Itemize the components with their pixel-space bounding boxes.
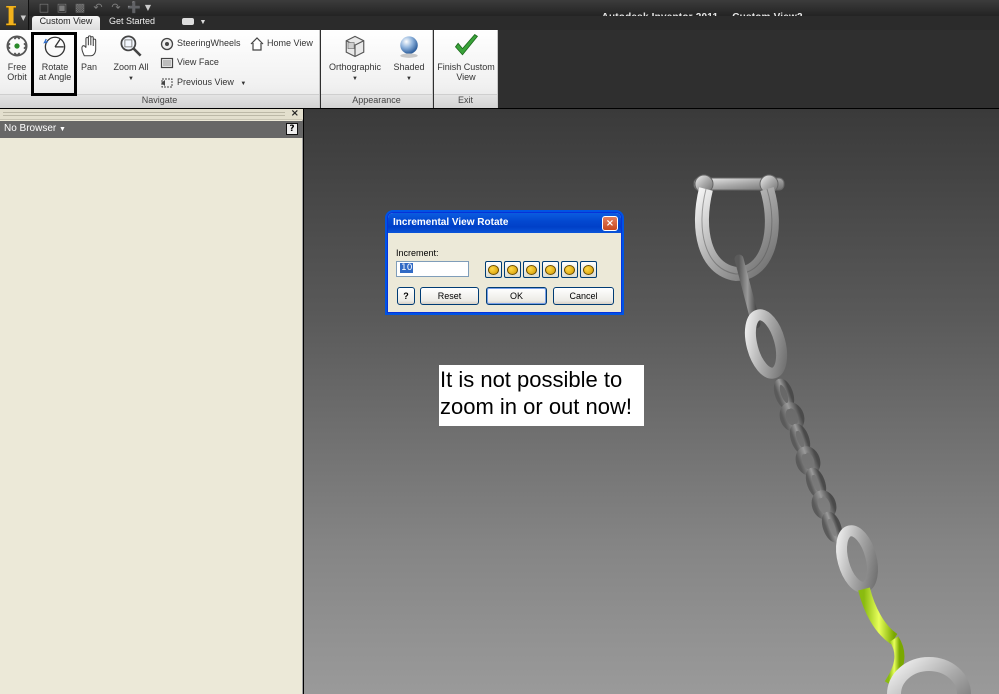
chevron-down-icon: ▼	[352, 76, 358, 82]
new-icon[interactable]: □	[36, 1, 52, 14]
rotate-cw-button[interactable]	[580, 261, 597, 278]
incremental-view-rotate-dialog: Incremental View Rotate × Increment: 10 …	[387, 212, 622, 313]
ribbon: Free Orbit Rotate at Angle Pan Zoom All …	[0, 30, 999, 108]
quick-access-toolbar: □ ▣ ▩ ↶ ↷ ➕ ▼	[36, 1, 152, 14]
cancel-button[interactable]: Cancel	[553, 287, 614, 305]
rotate-left-icon	[488, 264, 499, 275]
app-title: Autodesk Inventor 2011Custom View2	[590, 1, 817, 23]
browser-grip[interactable]: ×	[0, 108, 303, 120]
home-view-button[interactable]: Home View	[250, 35, 313, 51]
increment-label: Increment:	[396, 248, 439, 258]
appearance-panel: Orthographic ▼ Shaded ▼ Appearance	[321, 30, 433, 108]
home-view-label: Home View	[267, 38, 313, 48]
save-icon[interactable]: ▩	[72, 1, 88, 14]
steering-wheels-button[interactable]: SteeringWheels	[160, 35, 241, 51]
chevron-down-icon: ▼	[128, 76, 134, 82]
chevron-down-icon: ▼	[406, 76, 412, 82]
chevron-down-icon: ▼	[59, 126, 66, 133]
checkmark-icon	[454, 34, 479, 56]
rotate-down-icon	[545, 264, 556, 275]
orthographic-cube-icon	[345, 35, 365, 58]
previous-view-label: Previous View	[177, 77, 234, 87]
view-face-label: View Face	[177, 57, 219, 67]
rotate-up-icon	[526, 264, 537, 275]
rotate-ccw-icon	[564, 264, 575, 275]
pan-button[interactable]: Pan	[77, 32, 101, 72]
rotate-right-button[interactable]	[504, 261, 521, 278]
close-icon[interactable]: ×	[602, 216, 618, 231]
browser-dropdown[interactable]: No Browser ▼	[4, 123, 66, 134]
finish-custom-view-label-1: Finish Custom	[437, 62, 495, 72]
application-menu-button[interactable]: I ▼	[0, 0, 29, 33]
zoom-all-button[interactable]: Zoom All ▼	[110, 32, 152, 84]
note-line-2: zoom in or out now!	[440, 394, 632, 419]
help-button[interactable]: ?	[397, 287, 415, 305]
ribbon-tab-row: Custom View Get Started ▼	[29, 16, 999, 30]
appearance-panel-title: Appearance	[321, 94, 432, 108]
shaded-sphere-icon	[400, 36, 418, 58]
orthographic-label: Orthographic	[328, 62, 382, 72]
increment-value: 10	[400, 263, 414, 273]
ok-button[interactable]: OK	[486, 287, 547, 305]
browser-label: No Browser	[4, 123, 57, 134]
hand-icon	[81, 35, 97, 57]
rotate-right-icon	[507, 264, 518, 275]
increment-input[interactable]: 10	[396, 261, 469, 277]
free-orbit-label-2: Orbit	[7, 72, 27, 82]
open-icon[interactable]: ▣	[54, 1, 70, 14]
home-icon	[250, 36, 264, 51]
dialog-title: Incremental View Rotate	[388, 213, 621, 233]
exit-panel: Finish Custom View Exit	[434, 30, 498, 108]
browser-panel: × No Browser ▼ ?	[0, 108, 303, 694]
annotation-note: It is not possible to zoom in or out now…	[439, 365, 644, 426]
redo-icon[interactable]: ↷	[108, 1, 124, 14]
chain-assembly-model	[693, 174, 971, 694]
navigate-panel-title: Navigate	[0, 94, 319, 108]
zoom-all-label: Zoom All	[113, 62, 149, 72]
previous-view-icon	[161, 78, 173, 88]
rotate-left-button[interactable]	[485, 261, 502, 278]
title-bar: □ ▣ ▩ ↶ ↷ ➕ ▼ Autodesk Inventor 2011Cust…	[0, 0, 999, 23]
close-icon[interactable]: ×	[291, 108, 299, 119]
view-face-icon	[160, 57, 174, 68]
tab-overflow-menu[interactable]: ▼	[176, 16, 212, 30]
help-icon[interactable]: ?	[286, 123, 298, 135]
browser-header: No Browser ▼ ?	[0, 121, 303, 138]
free-orbit-button[interactable]: Free Orbit	[2, 32, 32, 82]
shaded-label: Shaded	[393, 62, 425, 72]
qat-dropdown-icon[interactable]: ▼	[144, 2, 152, 14]
rotation-buttons	[485, 261, 597, 278]
note-line-1: It is not possible to	[440, 367, 623, 392]
view-face-button[interactable]: View Face	[160, 54, 219, 70]
graphics-viewport[interactable]	[304, 109, 999, 694]
chevron-down-icon: ▼	[240, 81, 247, 87]
inventor-logo-icon: I	[5, 2, 18, 32]
finish-custom-view-button[interactable]: Finish Custom View	[435, 32, 497, 82]
previous-view-button[interactable]: Previous View ▼	[160, 74, 246, 90]
orthographic-button[interactable]: Orthographic ▼	[326, 32, 384, 84]
rotate-ccw-button[interactable]	[561, 261, 578, 278]
exit-panel-title: Exit	[434, 94, 497, 108]
cross-icon[interactable]: ➕	[126, 1, 142, 14]
grip-lines	[3, 112, 285, 116]
orbit-icon	[6, 35, 28, 57]
rotate-up-button[interactable]	[523, 261, 540, 278]
chevron-down-icon: ▼	[20, 14, 26, 22]
rotate-cw-icon	[583, 264, 594, 275]
undo-icon[interactable]: ↶	[90, 1, 106, 14]
chevron-down-icon: ▼	[199, 19, 207, 26]
rotate-down-button[interactable]	[542, 261, 559, 278]
free-orbit-label-1: Free	[7, 62, 27, 72]
finish-custom-view-label-2: View	[456, 72, 476, 82]
reset-button[interactable]: Reset	[420, 287, 479, 305]
shaded-button[interactable]: Shaded ▼	[391, 32, 427, 84]
tab-custom-view[interactable]: Custom View	[32, 16, 100, 30]
pan-label: Pan	[80, 62, 97, 72]
steering-wheels-label: SteeringWheels	[177, 38, 241, 48]
tab-get-started[interactable]: Get Started	[103, 16, 161, 30]
magnifier-icon	[120, 35, 142, 57]
highlight-box	[31, 32, 77, 96]
toggle-icon	[182, 18, 194, 26]
steering-wheel-icon	[160, 37, 174, 50]
